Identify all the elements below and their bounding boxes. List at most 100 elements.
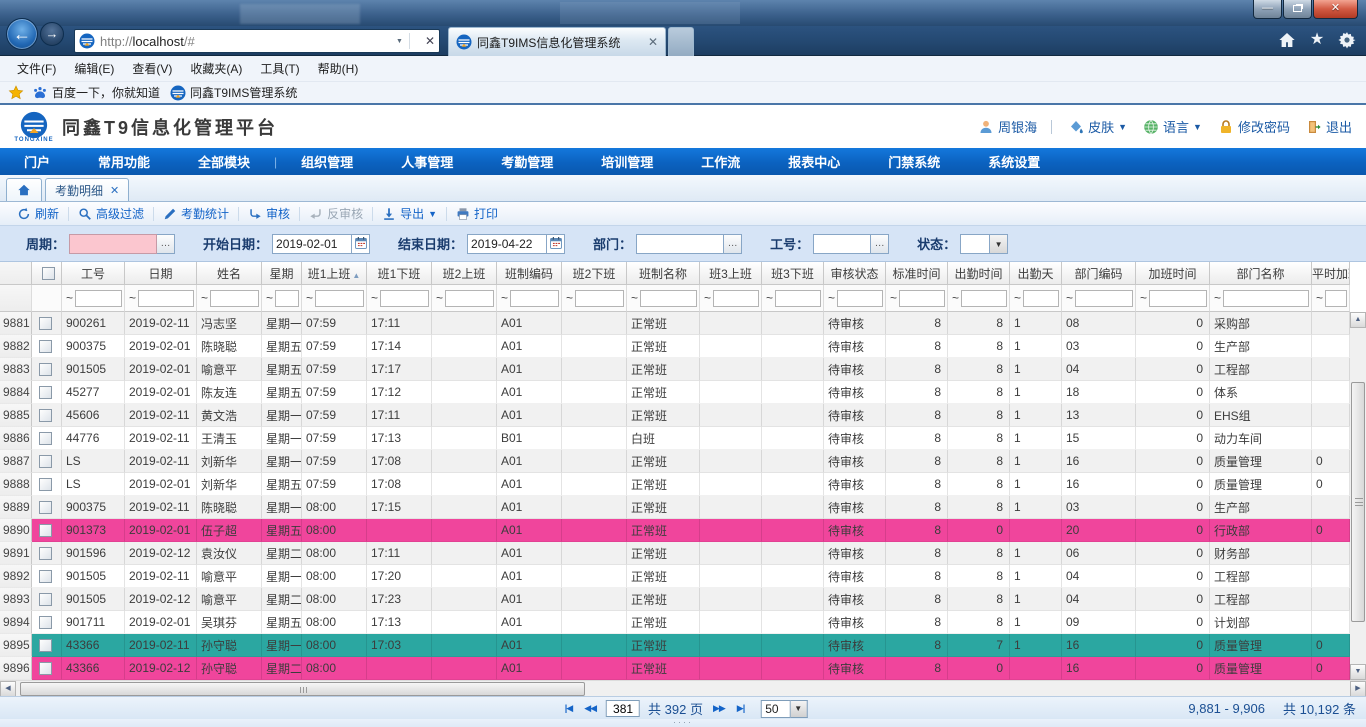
table-row[interactable]: 9887LS2019-02-11刘新华星期一07:5917:08A01正常班待审… xyxy=(0,450,1350,473)
filter-department-input[interactable] xyxy=(636,234,724,254)
row-checkbox[interactable] xyxy=(39,501,52,514)
column-header-5[interactable]: 班1下班 xyxy=(367,262,432,285)
row-checkbox-cell[interactable] xyxy=(32,657,62,680)
table-row[interactable]: 9885456062019-02-11黄文浩星期一07:5917:11A01正常… xyxy=(0,404,1350,427)
tab-home[interactable] xyxy=(6,178,42,201)
row-checkbox[interactable] xyxy=(39,570,52,583)
row-checkbox[interactable] xyxy=(39,524,52,537)
row-checkbox[interactable] xyxy=(39,455,52,468)
column-header-10[interactable]: 班3上班 xyxy=(700,262,762,285)
column-filter-input-4[interactable] xyxy=(315,290,364,307)
table-row[interactable]: 98929015052019-02-11喻意平星期一08:0017:20A01正… xyxy=(0,565,1350,588)
column-header-14[interactable]: 出勤时间 xyxy=(948,262,1010,285)
column-header-11[interactable]: 班3下班 xyxy=(762,262,824,285)
column-filter-input-3[interactable] xyxy=(275,290,299,307)
column-header-8[interactable]: 班2下班 xyxy=(562,262,627,285)
table-row[interactable]: 98839015052019-02-01喻意平星期五07:5917:17A01正… xyxy=(0,358,1350,381)
row-checkbox[interactable] xyxy=(39,593,52,606)
toolbar-audit-button[interactable]: 审核 xyxy=(239,205,299,222)
row-checkbox-cell[interactable] xyxy=(32,312,62,335)
browser-menu-item-2[interactable]: 查看(V) xyxy=(123,57,181,80)
table-row[interactable]: 9896433662019-02-12孙守聪星期二08:00A01正常班待审核8… xyxy=(0,657,1350,680)
pager-first-button[interactable]: |◀ xyxy=(565,703,572,714)
column-header-2[interactable]: 姓名 xyxy=(197,262,262,285)
row-checkbox-cell[interactable] xyxy=(32,404,62,427)
filter-status-input[interactable] xyxy=(960,234,990,254)
panel-grip-icon[interactable]: ···· xyxy=(673,719,693,726)
window-maximize-button[interactable] xyxy=(1283,0,1312,19)
search-dropdown-caret-icon[interactable]: ▼ xyxy=(396,38,403,45)
toolbar-attendance-stats-button[interactable]: 考勤统计 xyxy=(154,205,238,222)
column-filter-input-0[interactable] xyxy=(75,290,122,307)
address-bar[interactable]: http://localhost/# ▼ ✕ xyxy=(74,29,440,53)
row-checkbox[interactable] xyxy=(39,547,52,560)
header-action-logout[interactable]: 退出 xyxy=(1306,117,1352,136)
browser-menu-item-4[interactable]: 工具(T) xyxy=(251,57,308,80)
table-row[interactable]: 9886447762019-02-11王清玉星期一07:5917:13B01白班… xyxy=(0,427,1350,450)
column-header-16[interactable]: 部门编码 xyxy=(1062,262,1136,285)
header-action-language[interactable]: 语言▼ xyxy=(1143,117,1202,136)
row-checkbox-cell[interactable] xyxy=(32,381,62,404)
column-filter-input-1[interactable] xyxy=(138,290,194,307)
table-row[interactable]: 98939015052019-02-12喻意平星期二08:0017:23A01正… xyxy=(0,588,1350,611)
select-all-header[interactable] xyxy=(32,262,62,285)
toolbar-advanced-filter-button[interactable]: 高级过滤 xyxy=(69,205,153,222)
tab-close-icon[interactable]: ✕ xyxy=(110,184,119,197)
row-checkbox[interactable] xyxy=(39,409,52,422)
browser-menu-item-3[interactable]: 收藏夹(A) xyxy=(181,57,251,80)
column-header-1[interactable]: 日期 xyxy=(125,262,197,285)
scroll-down-icon[interactable]: ▼ xyxy=(1350,664,1366,680)
table-row[interactable]: 98919015962019-02-12袁汝仪星期二08:0017:11A01正… xyxy=(0,542,1350,565)
vertical-scrollbar[interactable]: ▲ ▼ xyxy=(1350,312,1366,680)
row-checkbox[interactable] xyxy=(39,340,52,353)
browser-back-button[interactable]: ← xyxy=(6,18,38,50)
row-checkbox-cell[interactable] xyxy=(32,565,62,588)
column-filter-input-7[interactable] xyxy=(510,290,559,307)
nav-item-4[interactable]: 人事管理 xyxy=(377,152,477,171)
row-checkbox-cell[interactable] xyxy=(32,588,62,611)
favorites-star-icon[interactable]: ★ xyxy=(1308,31,1326,49)
select-all-checkbox[interactable] xyxy=(42,267,55,280)
row-checkbox[interactable] xyxy=(39,386,52,399)
row-checkbox-cell[interactable] xyxy=(32,542,62,565)
column-filter-input-16[interactable] xyxy=(1075,290,1133,307)
browser-menu-item-0[interactable]: 文件(F) xyxy=(8,57,65,80)
browser-tab[interactable]: 同鑫T9IMS信息化管理系统 ✕ xyxy=(448,27,666,56)
ellipsis-button[interactable]: … xyxy=(871,234,889,254)
row-checkbox-cell[interactable] xyxy=(32,335,62,358)
chevron-down-icon[interactable]: ▼ xyxy=(790,700,807,718)
calendar-icon[interactable] xyxy=(547,234,565,254)
vertical-scroll-thumb[interactable] xyxy=(1351,382,1365,622)
pager-last-button[interactable]: ▶| xyxy=(737,703,744,714)
table-row[interactable]: 98829003752019-02-01陈晓聪星期五07:5917:14A01正… xyxy=(0,335,1350,358)
column-filter-input-5[interactable] xyxy=(380,290,429,307)
column-header-12[interactable]: 审核状态 xyxy=(824,262,886,285)
column-filter-input-17[interactable] xyxy=(1149,290,1207,307)
column-header-17[interactable]: 加班时间 xyxy=(1136,262,1210,285)
window-close-button[interactable]: ✕ xyxy=(1313,0,1358,19)
row-checkbox-cell[interactable] xyxy=(32,450,62,473)
scroll-left-icon[interactable]: ◀ xyxy=(0,681,16,697)
column-filter-input-8[interactable] xyxy=(575,290,624,307)
row-checkbox[interactable] xyxy=(39,432,52,445)
page-number-input[interactable] xyxy=(606,700,640,717)
row-checkbox-cell[interactable] xyxy=(32,473,62,496)
nav-item-5[interactable]: 考勤管理 xyxy=(477,152,577,171)
toolbar-refresh-button[interactable]: 刷新 xyxy=(8,205,68,222)
column-header-19[interactable]: 平时加班 xyxy=(1312,262,1350,285)
filter-emp-no-input[interactable] xyxy=(813,234,871,254)
row-checkbox-cell[interactable] xyxy=(32,634,62,657)
favorite-item-t9ims[interactable]: 同鑫T9IMS管理系统 xyxy=(170,84,297,101)
row-checkbox[interactable] xyxy=(39,317,52,330)
browser-forward-button[interactable]: → xyxy=(40,22,64,46)
column-header-13[interactable]: 标准时间 xyxy=(886,262,948,285)
horizontal-scrollbar[interactable]: ◀ ▶ xyxy=(0,680,1366,696)
pager-next-button[interactable]: ▶▶ xyxy=(713,703,725,714)
row-checkbox[interactable] xyxy=(39,662,52,675)
header-action-change-password[interactable]: 修改密码 xyxy=(1218,117,1290,136)
filter-period-input[interactable] xyxy=(69,234,157,254)
row-checkbox-cell[interactable] xyxy=(32,496,62,519)
window-minimize-button[interactable]: — xyxy=(1253,0,1282,19)
ellipsis-button[interactable]: … xyxy=(157,234,175,254)
table-row[interactable]: 9895433662019-02-11孙守聪星期一08:0017:03A01正常… xyxy=(0,634,1350,657)
